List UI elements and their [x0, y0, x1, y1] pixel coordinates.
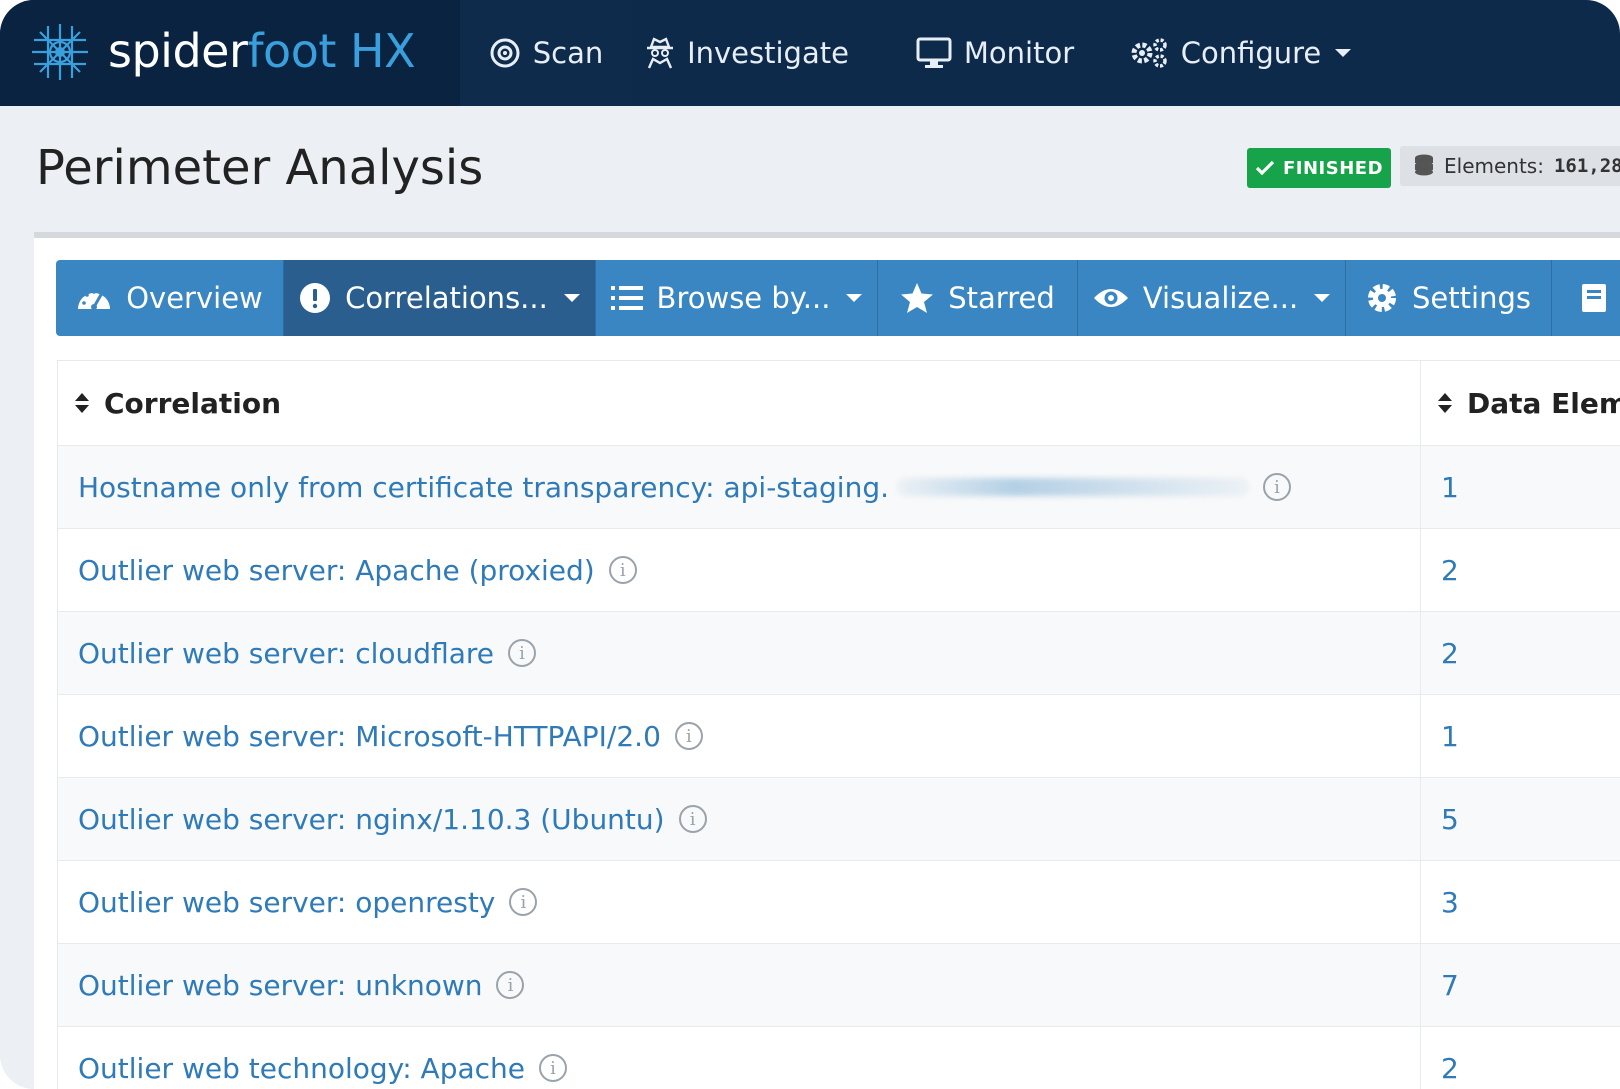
- tab-correlations-label: Correlations...: [345, 281, 548, 315]
- nav-investigate[interactable]: Investigate: [632, 0, 862, 106]
- status-text: FINISHED: [1282, 157, 1384, 179]
- nav-investigate-label: Investigate: [687, 36, 849, 70]
- table-row: Outlier web server: cloudflare i 2: [58, 611, 1620, 695]
- data-element-count[interactable]: 1: [1421, 471, 1620, 504]
- table-row: Hostname only from certificate transpare…: [58, 445, 1620, 529]
- table-row: Outlier web server: openresty i 3: [58, 860, 1620, 944]
- info-icon[interactable]: i: [507, 639, 536, 667]
- check-icon: [1255, 160, 1275, 176]
- column-header-correlation[interactable]: Correlation: [58, 361, 1421, 446]
- tab-browse-by-label: Browse by...: [656, 281, 831, 315]
- column-header-label: Correlation: [104, 386, 282, 420]
- tab-log[interactable]: [1552, 260, 1620, 336]
- exclamation-circle-icon: [300, 283, 331, 313]
- correlation-link[interactable]: Outlier web server: Microsoft-HTTPAPI/2.…: [78, 720, 661, 753]
- redacted-text: [897, 478, 1249, 496]
- elements-count-badge: Elements: 161,28: [1400, 146, 1620, 186]
- correlation-link[interactable]: Outlier web technology: Apache: [78, 1052, 525, 1085]
- data-element-count[interactable]: 7: [1421, 969, 1620, 1002]
- spider-logo-icon: [32, 24, 88, 80]
- tab-visualize-label: Visualize...: [1142, 281, 1299, 315]
- elements-value: 161,28: [1553, 155, 1620, 177]
- correlation-link[interactable]: Hostname only from certificate transpare…: [78, 471, 889, 504]
- monitor-icon: [916, 37, 952, 68]
- dashboard-icon: [78, 290, 111, 310]
- detective-icon: [647, 37, 674, 69]
- table-row: Outlier web technology: Apache i 2: [58, 1026, 1620, 1089]
- data-element-count[interactable]: 2: [1421, 637, 1620, 670]
- info-icon[interactable]: i: [678, 805, 707, 833]
- tab-settings-label: Settings: [1412, 281, 1531, 315]
- tab-correlations[interactable]: Correlations...: [284, 260, 596, 336]
- info-icon[interactable]: i: [539, 1054, 567, 1082]
- correlation-link[interactable]: Outlier web server: nginx/1.10.3 (Ubuntu…: [78, 803, 665, 836]
- table-row: Outlier web server: Microsoft-HTTPAPI/2.…: [58, 694, 1620, 778]
- info-icon[interactable]: i: [608, 556, 637, 584]
- table-row: Outlier web server: unknown i 7: [58, 943, 1620, 1027]
- chevron-down-icon: [1314, 294, 1331, 302]
- table-row: Outlier web server: Apache (proxied) i 2: [58, 528, 1620, 612]
- column-header-label: Data Eleme: [1467, 386, 1620, 420]
- correlation-link[interactable]: Outlier web server: unknown: [78, 969, 482, 1002]
- brand-name: spiderfoot HX: [108, 24, 416, 78]
- tab-overview-label: Overview: [126, 281, 263, 315]
- page-title: Perimeter Analysis: [36, 140, 484, 196]
- nav-configure-dropdown[interactable]: Configure: [1120, 0, 1360, 106]
- correlation-link[interactable]: Outlier web server: cloudflare: [78, 637, 494, 670]
- nav-monitor[interactable]: Monitor: [905, 0, 1085, 106]
- tab-overview[interactable]: Overview: [56, 260, 284, 336]
- chevron-down-icon: [1335, 49, 1352, 57]
- app-window: spiderfoot HX Scan Investigate Monitor C…: [0, 0, 1620, 1089]
- correlation-link[interactable]: Outlier web server: Apache (proxied): [78, 554, 595, 587]
- column-header-data-elements[interactable]: Data Eleme: [1420, 361, 1620, 446]
- correlation-link[interactable]: Outlier web server: openresty: [78, 886, 495, 919]
- brand[interactable]: spiderfoot HX: [0, 0, 460, 106]
- tab-starred[interactable]: Starred: [878, 260, 1078, 336]
- data-element-count[interactable]: 2: [1421, 554, 1620, 587]
- info-icon[interactable]: i: [509, 888, 538, 916]
- data-element-count[interactable]: 3: [1421, 886, 1620, 919]
- gears-icon: [1131, 38, 1167, 68]
- info-icon[interactable]: i: [674, 722, 703, 750]
- table-row: Outlier web server: nginx/1.10.3 (Ubuntu…: [58, 777, 1620, 861]
- nav-configure-label: Configure: [1180, 36, 1322, 70]
- gear-icon: [1368, 284, 1397, 312]
- nav-scan[interactable]: Scan: [460, 0, 632, 106]
- database-icon: [1415, 154, 1433, 176]
- tab-browse-by[interactable]: Browse by...: [596, 260, 878, 336]
- data-element-count[interactable]: 1: [1421, 720, 1620, 753]
- elements-label: Elements:: [1444, 154, 1544, 178]
- tab-starred-label: Starred: [948, 281, 1055, 315]
- chevron-down-icon: [563, 294, 580, 302]
- status-badge: FINISHED: [1247, 148, 1391, 188]
- chevron-down-icon: [846, 294, 863, 302]
- data-element-count[interactable]: 2: [1421, 1052, 1620, 1085]
- data-element-count[interactable]: 5: [1421, 803, 1620, 836]
- target-icon: [490, 38, 520, 68]
- tab-settings[interactable]: Settings: [1346, 260, 1552, 336]
- tab-bar: Overview Correlations... Browse by... St…: [56, 260, 1620, 336]
- list-icon: [610, 286, 643, 310]
- correlations-table: Correlation Data Eleme: [57, 360, 1620, 1089]
- nav-scan-label: Scan: [532, 36, 604, 70]
- tab-visualize[interactable]: Visualize...: [1078, 260, 1346, 336]
- sort-icon: [75, 393, 89, 413]
- info-icon[interactable]: i: [1263, 473, 1291, 501]
- book-icon: [1582, 284, 1606, 312]
- star-icon: [901, 283, 934, 313]
- info-icon[interactable]: i: [496, 971, 525, 999]
- table-header-row: Correlation Data Eleme: [58, 361, 1620, 446]
- sort-icon: [1438, 393, 1452, 413]
- top-navbar: spiderfoot HX Scan Investigate Monitor C…: [0, 0, 1620, 106]
- nav-monitor-label: Monitor: [963, 36, 1075, 70]
- eye-icon: [1093, 289, 1128, 307]
